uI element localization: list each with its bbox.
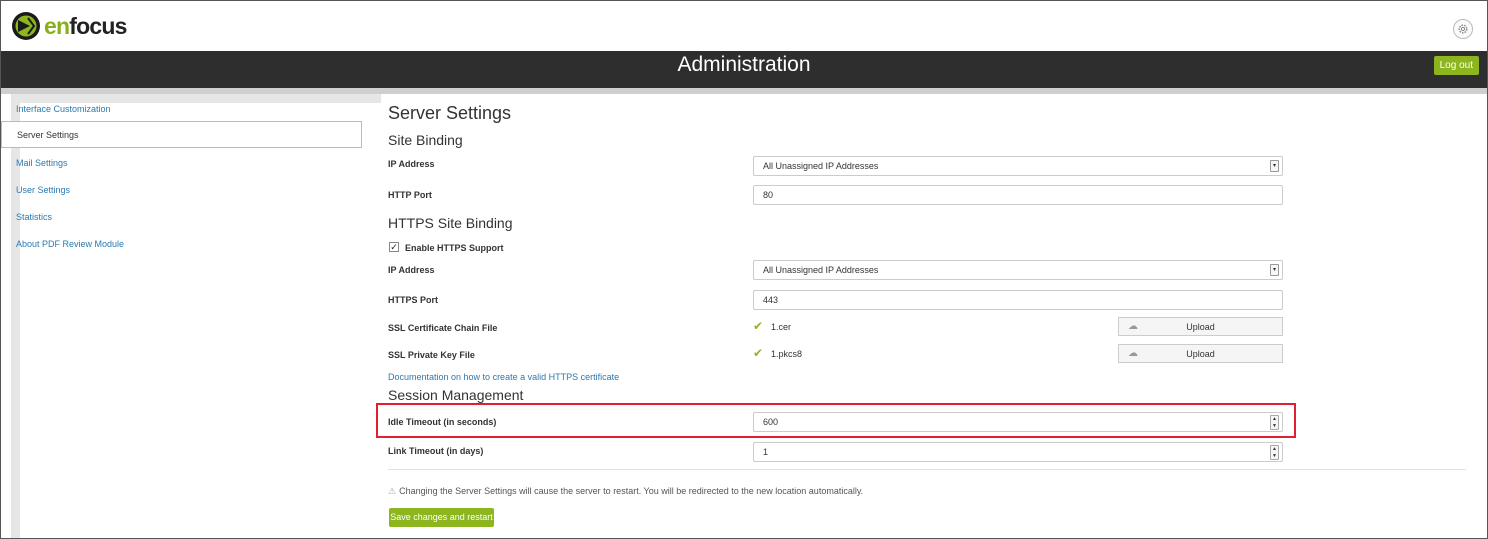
https-binding-heading: HTTPS Site Binding [388, 215, 513, 231]
upload-key-button[interactable]: ☁ Upload [1118, 344, 1283, 363]
settings-button[interactable] [1453, 19, 1473, 39]
warning-icon: ⚠ [388, 486, 397, 496]
ssl-key-file: 1.pkcs8 [771, 349, 803, 359]
ssl-cert-label: SSL Certificate Chain File [388, 323, 498, 333]
site-ip-select[interactable]: All Unassigned IP Addresses ▾ [753, 156, 1283, 176]
site-binding-heading: Site Binding [388, 132, 463, 148]
chevron-down-icon: ▾ [1270, 160, 1279, 172]
idle-timeout-label: Idle Timeout (in seconds) [388, 417, 497, 427]
upload-label: Upload [1186, 349, 1215, 359]
upload-cert-button[interactable]: ☁ Upload [1118, 317, 1283, 336]
ssl-cert-file: 1.cer [771, 322, 792, 332]
enfocus-logo-icon [12, 12, 40, 40]
https-port-label: HTTPS Port [388, 295, 439, 305]
restart-warning: ⚠ Changing the Server Settings will cause… [388, 486, 863, 497]
logo-text-en: en [44, 12, 70, 39]
spinner-icon[interactable]: ▲ ▼ [1270, 445, 1279, 460]
link-timeout-value: 1 [763, 447, 769, 457]
sidebar-item-label: Server Settings [17, 130, 79, 140]
check-icon: ✔ [753, 319, 764, 333]
sidebar-item-about[interactable]: About PDF Review Module [16, 239, 124, 249]
check-icon: ✔ [753, 346, 764, 360]
save-restart-button[interactable]: Save changes and restart [389, 508, 494, 527]
divider [388, 469, 1466, 470]
http-port-input[interactable]: 80 [753, 185, 1283, 205]
https-ip-select[interactable]: All Unassigned IP Addresses ▾ [753, 260, 1283, 280]
idle-timeout-value: 600 [763, 417, 779, 427]
checkmark-icon: ✓ [390, 242, 398, 252]
logo-text: enfocus [44, 13, 127, 40]
enfocus-logo: enfocus [11, 10, 127, 42]
section-title: Server Settings [388, 103, 512, 123]
https-port-input[interactable]: 443 [753, 290, 1283, 310]
gear-icon [1458, 24, 1468, 34]
top-bar: enfocus [1, 1, 1487, 51]
logo-text-focus: focus [69, 12, 127, 39]
https-port-value: 443 [763, 295, 779, 305]
link-timeout-label: Link Timeout (in days) [388, 446, 484, 456]
page-title: Administration [677, 53, 811, 76]
https-ip-label: IP Address [388, 265, 435, 275]
site-ip-value: All Unassigned IP Addresses [763, 161, 879, 171]
logout-button[interactable]: Log out [1433, 56, 1479, 75]
sidebar-item-user-settings[interactable]: User Settings [16, 185, 70, 195]
sidebar [20, 103, 381, 538]
sidebar-item-server-settings[interactable]: Server Settings [1, 121, 362, 148]
page-header: Administration Log out [1, 51, 1487, 94]
http-port-label: HTTP Port [388, 190, 432, 200]
chevron-down-icon: ▾ [1270, 264, 1279, 276]
spinner-icon[interactable]: ▲ ▼ [1270, 415, 1279, 430]
site-ip-label: IP Address [388, 159, 435, 169]
restart-warning-text: Changing the Server Settings will cause … [399, 486, 864, 496]
enable-https-checkbox[interactable]: ✓ [389, 242, 399, 252]
sidebar-item-interface-customization[interactable]: Interface Customization [16, 104, 111, 114]
sidebar-item-mail-settings[interactable]: Mail Settings [16, 158, 68, 168]
https-ip-value: All Unassigned IP Addresses [763, 265, 879, 275]
upload-label: Upload [1186, 322, 1215, 332]
http-port-value: 80 [763, 190, 774, 200]
session-heading: Session Management [388, 387, 524, 403]
https-doc-link[interactable]: Documentation on how to create a valid H… [388, 372, 619, 382]
link-timeout-input[interactable]: 1 ▲ ▼ [753, 442, 1283, 462]
sidebar-item-statistics[interactable]: Statistics [16, 212, 52, 222]
ssl-key-label: SSL Private Key File [388, 350, 475, 360]
app-window: enfocus Administration Log out Interface… [0, 0, 1488, 539]
idle-timeout-input[interactable]: 600 ▲ ▼ [753, 412, 1283, 432]
enable-https-label: Enable HTTPS Support [405, 243, 504, 253]
